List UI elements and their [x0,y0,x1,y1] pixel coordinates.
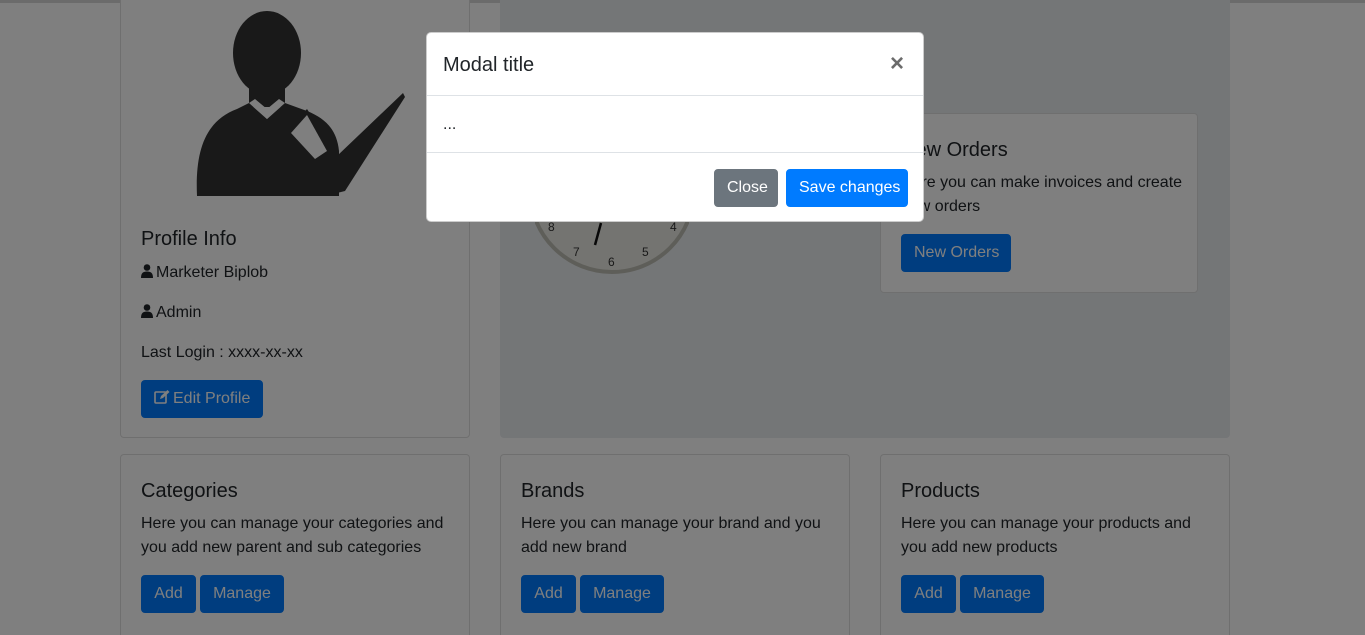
save-changes-button[interactable]: Save changes [786,169,908,207]
close-icon[interactable]: × [885,50,909,78]
modal-dialog: Modal title × ... Close Save changes [426,32,924,222]
modal-footer: Close Save changes [427,152,923,223]
modal-body: ... [443,116,457,133]
modal-close-button[interactable]: Close [714,169,778,207]
modal-title: Modal title [443,54,535,76]
modal-header: Modal title × [427,33,923,96]
